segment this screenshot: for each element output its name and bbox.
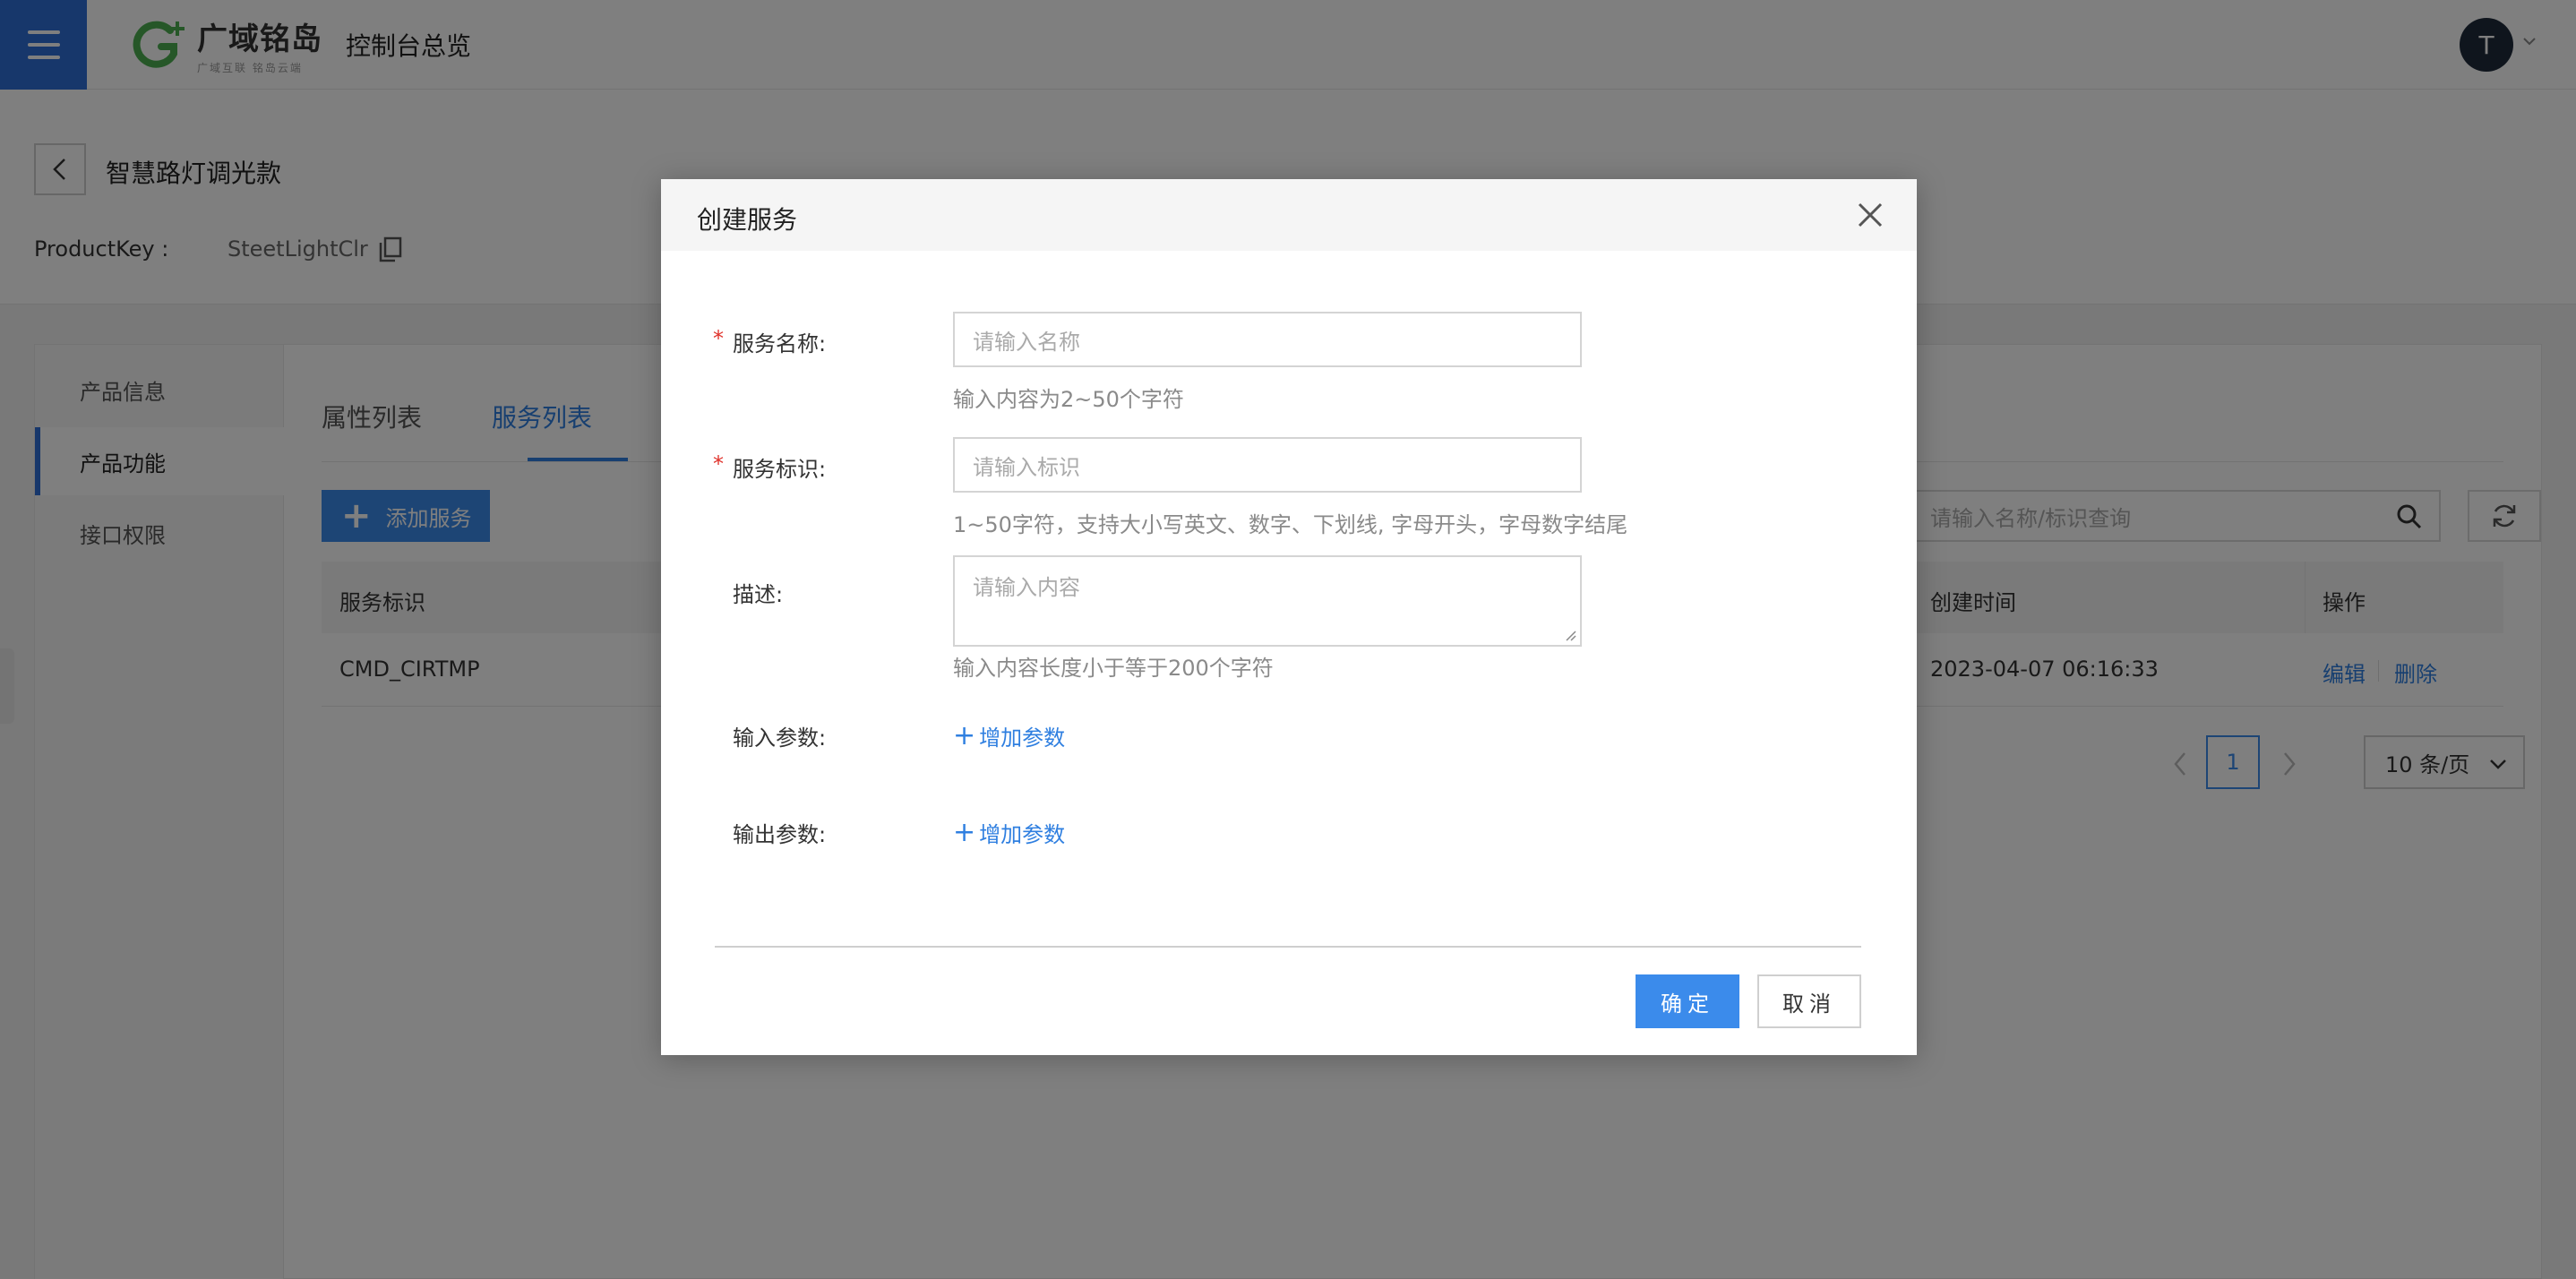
service-name-input[interactable]: 请输入名称 [953, 312, 1582, 367]
resize-handle-icon[interactable] [1564, 629, 1576, 641]
description-textarea[interactable]: 请输入内容 [953, 555, 1582, 647]
required-mark: * [713, 326, 724, 351]
add-param-label: 增加参数 [979, 822, 1066, 847]
required-mark: * [713, 451, 724, 476]
app-root: 广域铭岛 广域互联 铭岛云端 控制台总览 T 智慧路灯调光款 ProductKe… [0, 0, 2576, 1279]
service-name-label: 服务名称: [733, 331, 827, 356]
service-id-hint: 1~50字符，支持大小写英文、数字、下划线, 字母开头，字母数字结尾 [953, 512, 1628, 537]
close-icon[interactable] [1856, 201, 1885, 229]
add-output-param-link[interactable]: + 增加参数 [953, 817, 1065, 848]
service-id-placeholder: 请输入标识 [973, 454, 1080, 480]
service-id-label: 服务标识: [733, 457, 827, 482]
plus-icon: + [953, 719, 976, 751]
plus-icon: + [953, 816, 976, 848]
output-params-label: 输出参数: [733, 822, 827, 847]
dialog-header: 创建服务 [661, 179, 1917, 251]
add-input-param-link[interactable]: + 增加参数 [953, 720, 1065, 751]
input-params-label: 输入参数: [733, 725, 827, 751]
description-hint: 输入内容长度小于等于200个字符 [953, 656, 1274, 681]
add-param-label: 增加参数 [979, 725, 1066, 751]
service-id-input[interactable]: 请输入标识 [953, 437, 1582, 493]
dialog-title: 创建服务 [697, 205, 798, 235]
dialog-footer-divider [715, 946, 1861, 948]
confirm-button[interactable]: 确定 [1636, 974, 1739, 1028]
description-placeholder: 请输入内容 [973, 575, 1080, 600]
service-name-placeholder: 请输入名称 [973, 329, 1080, 355]
cancel-button[interactable]: 取消 [1757, 974, 1861, 1028]
create-service-dialog: 创建服务 * 服务名称: 请输入名称 输入内容为2~50个字符 * 服务标识: … [661, 179, 1917, 1055]
description-label: 描述: [733, 582, 784, 607]
service-name-hint: 输入内容为2~50个字符 [953, 387, 1184, 412]
